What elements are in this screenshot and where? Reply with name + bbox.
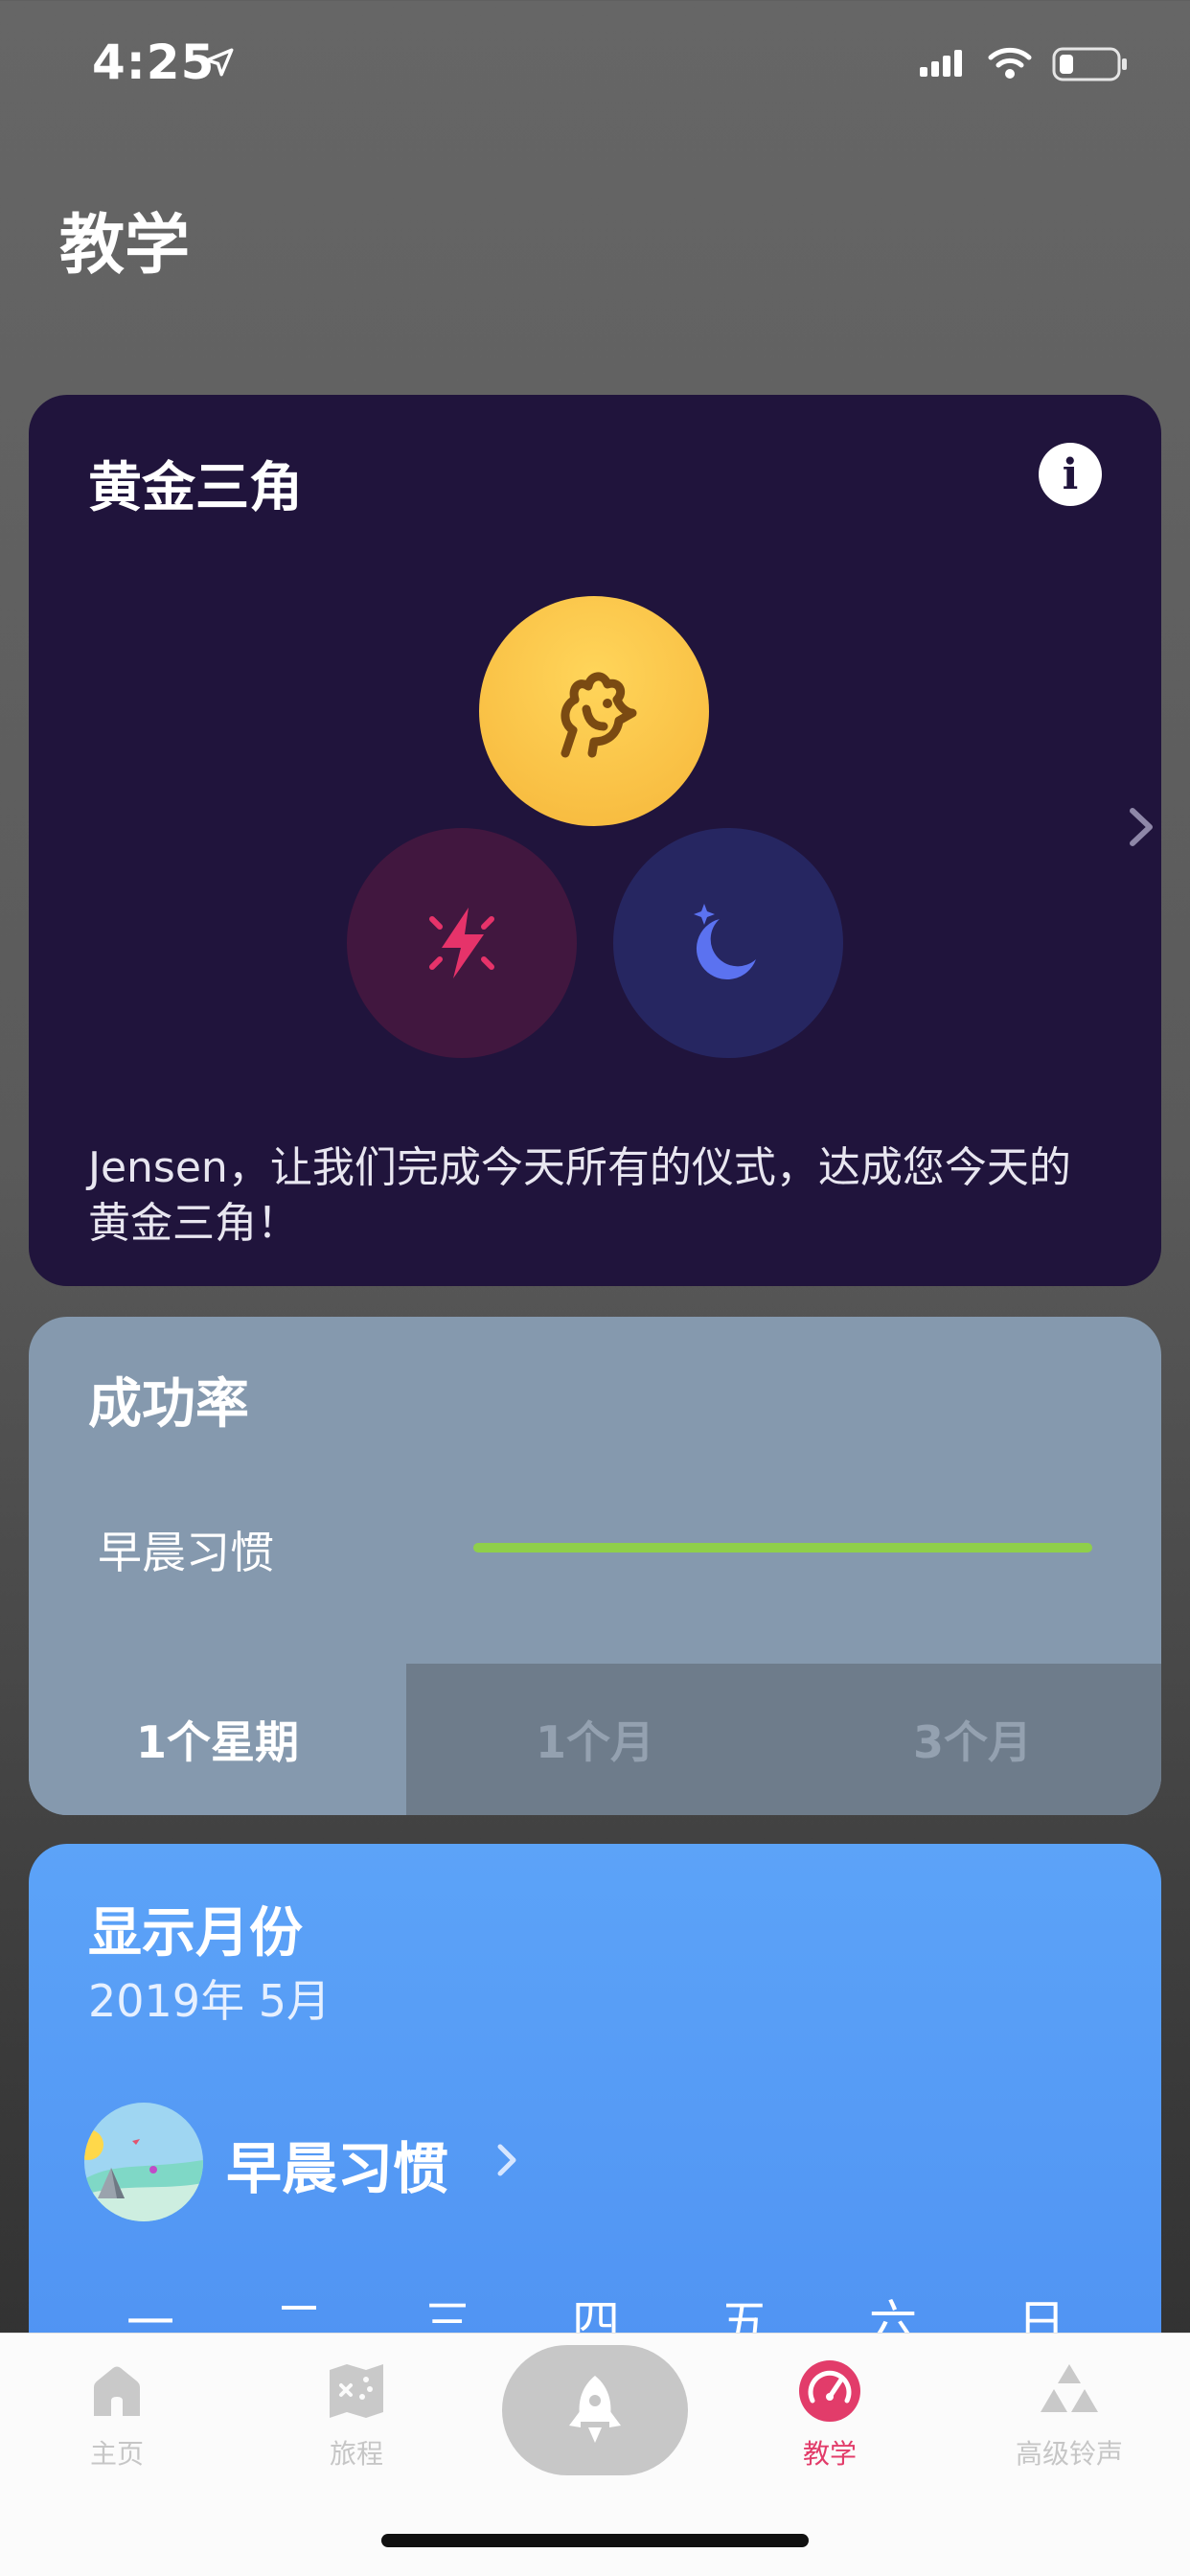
segment-1-week[interactable]: 1个星期	[29, 1664, 406, 1815]
tab-premium-ringtones[interactable]: 高级铃声	[983, 2358, 1156, 2472]
cellular-signal-icon	[920, 50, 962, 77]
triangle-circles-icon	[1041, 2364, 1098, 2412]
tab-teaching[interactable]: 教学	[744, 2358, 916, 2472]
tab-teaching-label: 教学	[802, 2438, 857, 2470]
page-title: 教学	[59, 208, 191, 284]
tab-premium-ringtones-label: 高级铃声	[1015, 2438, 1123, 2470]
morning-habit-link[interactable]: 早晨习惯	[226, 2124, 448, 2204]
golden-triangle-card[interactable]: 黄金三角 i Jensen，让我们完成今天所有的仪式，达成您今天的黄金三角！	[29, 395, 1161, 1286]
chevron-right-icon[interactable]	[1121, 803, 1159, 851]
status-time: 4:25	[92, 34, 216, 90]
energy-ritual-circle	[347, 828, 577, 1058]
chevron-right-icon[interactable]	[492, 2139, 521, 2181]
lightning-icon	[429, 908, 494, 978]
wifi-icon	[988, 47, 1032, 79]
show-month-date: 2019年 5月	[88, 1975, 331, 2027]
home-indicator	[381, 2534, 809, 2547]
segment-1-month[interactable]: 1个月	[406, 1664, 784, 1815]
gauge-icon	[799, 2360, 860, 2422]
tab-rocket-button[interactable]	[502, 2345, 688, 2475]
period-segmented-control: 1个星期 1个月 3个月	[29, 1664, 1161, 1815]
morning-habit-avatar[interactable]	[84, 2103, 203, 2221]
success-rate-bar	[473, 1543, 1092, 1552]
info-button[interactable]: i	[1039, 443, 1102, 506]
status-bar: 4:25	[0, 0, 1190, 125]
show-month-title: 显示月份	[88, 1902, 303, 1965]
night-ritual-circle	[613, 828, 843, 1058]
moon-icon	[694, 904, 756, 979]
segment-3-months[interactable]: 3个月	[784, 1664, 1161, 1815]
morning-habit-label: 早晨习惯	[98, 1527, 274, 1578]
tab-journey-label: 旅程	[329, 2438, 383, 2470]
home-icon	[94, 2366, 140, 2416]
rooster-icon	[561, 672, 637, 758]
battery-icon	[1052, 47, 1127, 81]
golden-triangle-title: 黄金三角	[88, 457, 303, 519]
map-icon	[330, 2364, 383, 2418]
landscape-icon	[84, 2103, 203, 2221]
tab-journey[interactable]: 旅程	[270, 2358, 443, 2472]
success-rate-title: 成功率	[88, 1373, 249, 1436]
success-rate-card: 成功率 早晨习惯 1个星期 1个月 3个月	[29, 1317, 1161, 1815]
rocket-icon	[569, 2376, 621, 2443]
tab-home-label: 主页	[89, 2438, 144, 2470]
morning-ritual-circle	[479, 596, 709, 826]
location-arrow-icon	[205, 48, 234, 77]
golden-triangle-message: Jensen，让我们完成今天所有的仪式，达成您今天的黄金三角！	[88, 1143, 1071, 1248]
tab-home[interactable]: 主页	[31, 2358, 203, 2472]
